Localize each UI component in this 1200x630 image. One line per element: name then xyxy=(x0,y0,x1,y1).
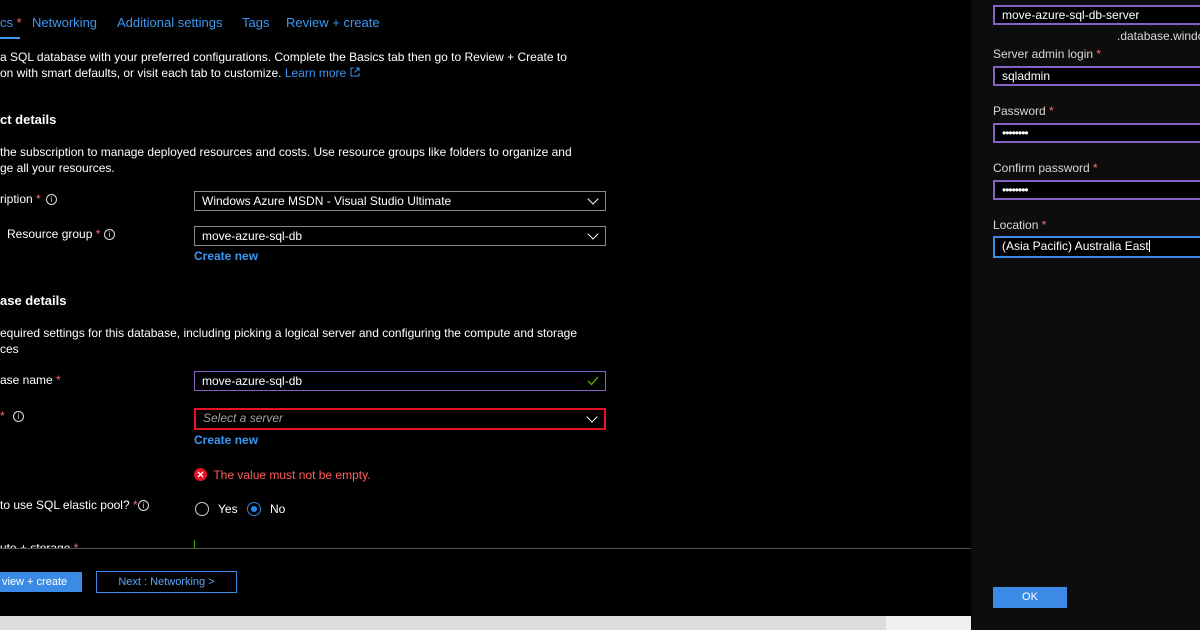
server-error-message: The value must not be empty. xyxy=(194,468,371,482)
horizontal-scrollbar[interactable] xyxy=(0,616,971,630)
elastic-pool-yes-radio[interactable] xyxy=(195,502,209,516)
review-create-button[interactable]: view + create xyxy=(0,572,82,592)
server-label: * xyxy=(0,409,5,423)
learn-more-link[interactable]: Learn more xyxy=(285,66,360,80)
error-icon xyxy=(194,468,207,481)
database-name-label: ase name * xyxy=(0,373,61,387)
chevron-down-icon xyxy=(587,193,599,205)
elastic-pool-no-radio[interactable] xyxy=(247,502,261,516)
elastic-pool-no-label[interactable]: No xyxy=(270,502,285,516)
main-blade: cs * Networking Additional settings Tags… xyxy=(0,0,971,630)
external-link-icon xyxy=(350,67,360,77)
info-icon[interactable]: i xyxy=(13,411,24,422)
intro-line-2: on with smart defaults, or visit each ta… xyxy=(0,66,360,80)
confirm-password-label: Confirm password * xyxy=(993,161,1098,175)
subscription-label: ription * xyxy=(0,192,41,206)
compute-storage-marker xyxy=(194,540,195,548)
resource-group-select[interactable]: move-azure-sql-db xyxy=(194,226,606,246)
resource-group-create-new-link[interactable]: Create new xyxy=(194,249,258,263)
confirm-password-input[interactable]: •••••••• xyxy=(993,180,1200,200)
subscription-select[interactable]: Windows Azure MSDN - Visual Studio Ultim… xyxy=(194,191,606,211)
admin-login-input[interactable]: sqladmin xyxy=(993,66,1200,86)
text-cursor xyxy=(1148,240,1150,252)
info-icon[interactable]: i xyxy=(138,500,149,511)
footer-divider xyxy=(0,548,971,549)
chevron-down-icon xyxy=(587,228,599,240)
resource-group-label: Resource group * xyxy=(7,227,101,241)
info-icon[interactable]: i xyxy=(46,194,57,205)
tab-additional-settings[interactable]: Additional settings xyxy=(117,15,223,30)
active-tab-underline xyxy=(0,37,20,39)
location-label: Location * xyxy=(993,218,1047,232)
admin-login-label: Server admin login * xyxy=(993,47,1102,61)
project-desc-2: ge all your resources. xyxy=(0,161,115,175)
intro-line-1: a SQL database with your preferred confi… xyxy=(0,50,567,64)
database-desc-1: equired settings for this database, incl… xyxy=(0,326,578,340)
location-select[interactable]: (Asia Pacific) Australia East xyxy=(993,236,1200,258)
server-domain-suffix: .database.windo xyxy=(1117,29,1200,43)
elastic-pool-label: to use SQL elastic pool? * xyxy=(0,498,138,512)
scrollbar-track-end xyxy=(886,616,971,630)
server-create-new-link[interactable]: Create new xyxy=(194,433,258,447)
new-server-panel xyxy=(971,0,1200,630)
tab-tags[interactable]: Tags xyxy=(242,15,269,30)
password-input[interactable]: •••••••• xyxy=(993,123,1200,143)
project-desc-1: the subscription to manage deployed reso… xyxy=(0,145,572,159)
next-networking-button[interactable]: Next : Networking > xyxy=(96,571,237,593)
tab-review-create[interactable]: Review + create xyxy=(286,15,380,30)
tab-networking[interactable]: Networking xyxy=(32,15,97,30)
tab-basics[interactable]: cs * xyxy=(0,15,22,30)
database-name-input[interactable]: move-azure-sql-db xyxy=(194,371,606,391)
check-icon xyxy=(587,376,599,386)
database-details-heading: ase details xyxy=(0,293,67,308)
server-select[interactable]: Select a server xyxy=(194,408,606,430)
ok-button[interactable]: OK xyxy=(993,587,1067,608)
chevron-down-icon xyxy=(586,411,598,423)
info-icon[interactable]: i xyxy=(104,229,115,240)
server-name-input[interactable]: move-azure-sql-db-server xyxy=(993,5,1200,25)
database-desc-2: ces xyxy=(0,342,19,356)
password-label: Password * xyxy=(993,104,1054,118)
elastic-pool-yes-label[interactable]: Yes xyxy=(218,502,238,516)
project-details-heading: ct details xyxy=(0,112,57,127)
